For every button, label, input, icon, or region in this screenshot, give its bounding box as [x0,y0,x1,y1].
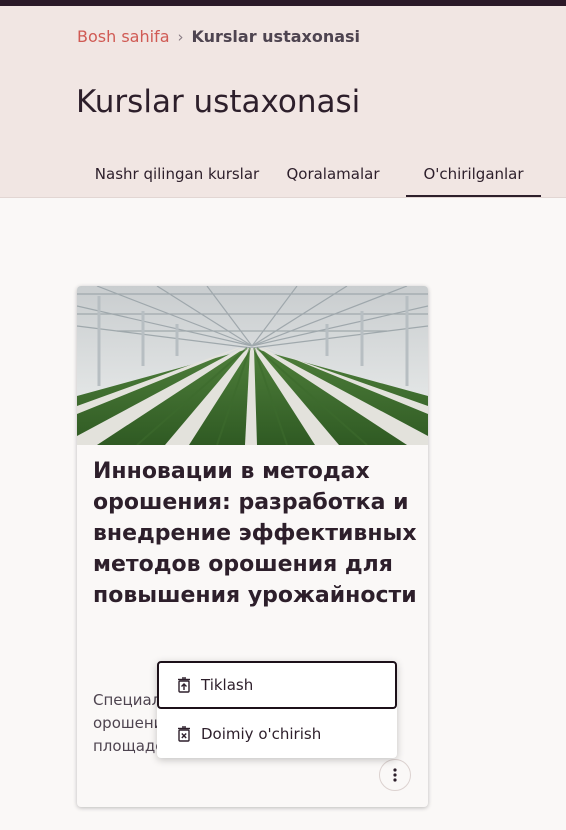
breadcrumb: Bosh sahifa › Kurslar ustaxonasi [77,27,360,46]
course-actions-button[interactable] [379,759,411,791]
page-title: Kurslar ustaxonasi [76,84,361,120]
delete-permanently-label: Doimiy o'chirish [201,725,322,743]
course-cover-image [77,286,428,445]
restore-icon [178,677,190,693]
breadcrumb-home-link[interactable]: Bosh sahifa [77,27,170,46]
tab-drafts[interactable]: Qoralamalar [282,152,384,195]
course-title[interactable]: Инновации в методах орошения: разработка… [93,456,418,611]
page-header: Bosh sahifa › Kurslar ustaxonasi Kurslar… [0,6,566,198]
restore-menu-item[interactable]: Tiklash [157,661,397,709]
tab-bar: Nashr qilingan kurslar Qoralamalar O'chi… [77,152,547,197]
tab-deleted[interactable]: O'chirilganlar [406,152,541,197]
tab-published[interactable]: Nashr qilingan kurslar [77,152,277,195]
course-actions-menu: Tiklash Doimiy o'chirish [157,661,397,758]
delete-permanently-menu-item[interactable]: Doimiy o'chirish [157,710,397,758]
breadcrumb-chevron-icon: › [177,27,184,46]
breadcrumb-current: Kurslar ustaxonasi [191,27,361,46]
delete-icon [178,726,190,742]
more-vertical-icon [393,768,397,782]
restore-label: Tiklash [201,676,254,694]
